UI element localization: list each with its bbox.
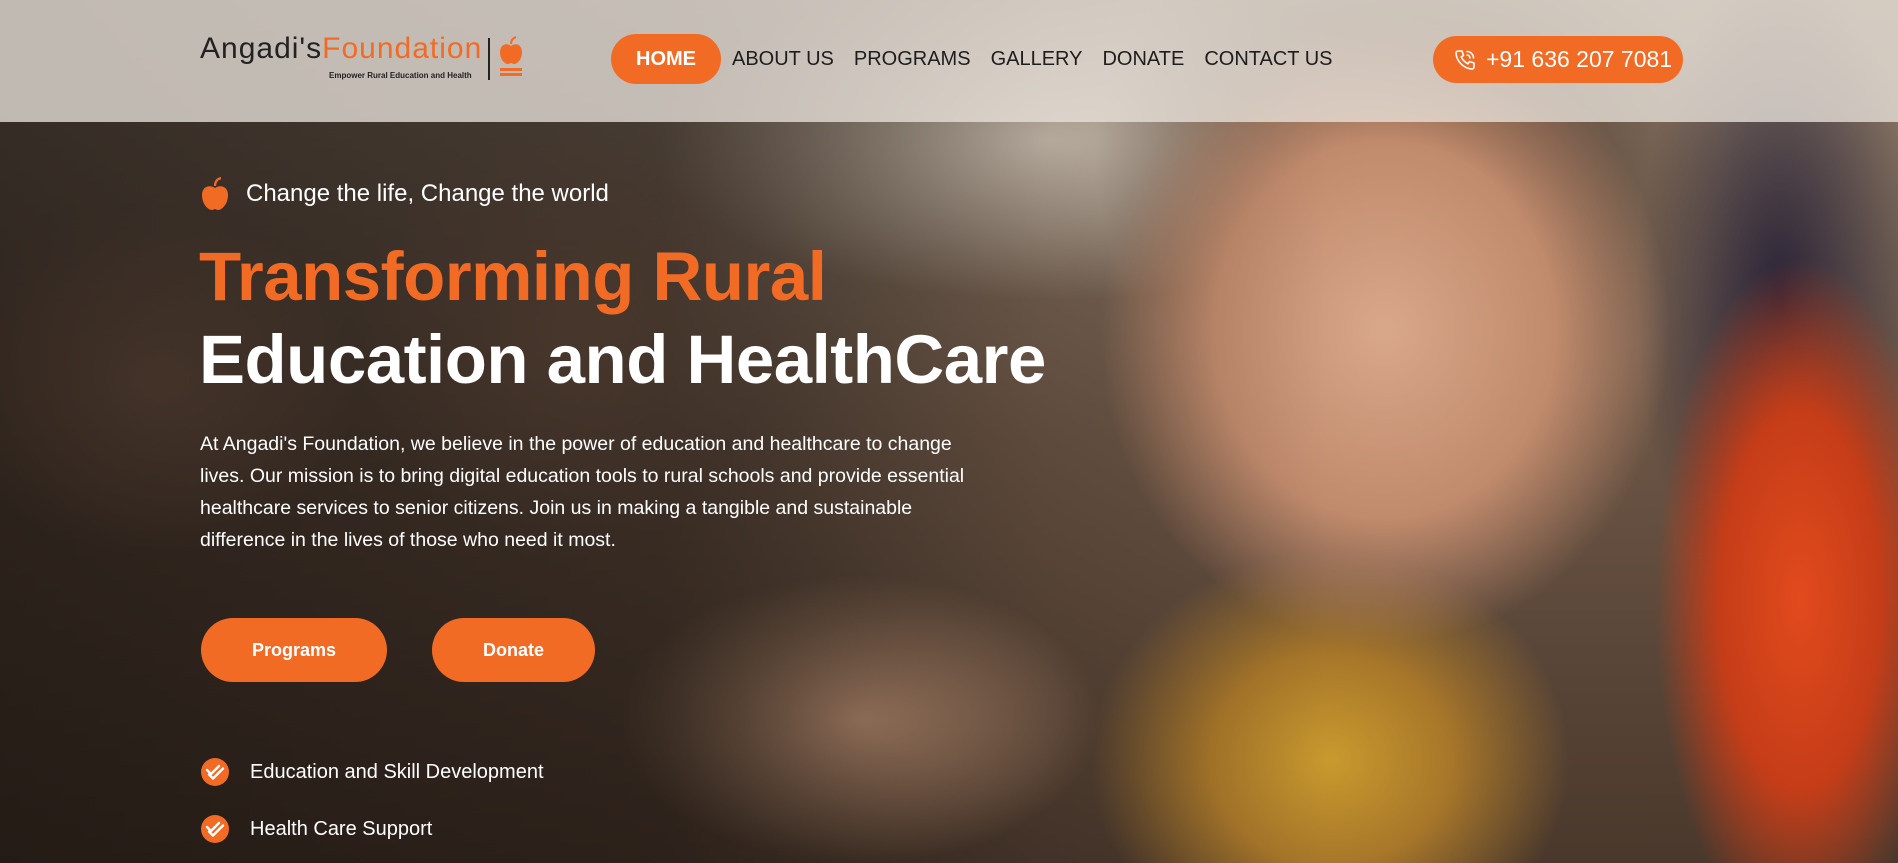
feature-item-health: Health Care Support (200, 813, 432, 845)
check-badge-icon (201, 815, 229, 843)
donate-button[interactable]: Donate (432, 618, 595, 682)
hero-description: At Angadi's Foundation, we believe in th… (200, 433, 965, 551)
feature-label: Health Care Support (250, 817, 433, 840)
check-badge-icon (201, 758, 229, 786)
logo-divider (488, 38, 490, 80)
logo[interactable]: Angadi'sFoundation Empower Rural Educati… (200, 34, 530, 84)
nav-item-programs[interactable]: PROGRAMS (854, 48, 971, 71)
phone-number: +91 636 207 7081 (1486, 46, 1673, 72)
hero-title-line2: Education and HealthCare (199, 321, 1046, 398)
main-nav: HOME ABOUT US PROGRAMS GALLERY DONATE CO… (611, 34, 1352, 84)
site-header: Angadi'sFoundation Empower Rural Educati… (0, 0, 1898, 122)
nav-item-donate[interactable]: DONATE (1102, 48, 1184, 71)
nav-item-gallery[interactable]: GALLERY (991, 48, 1083, 71)
nav-item-about-us[interactable]: ABOUT US (732, 48, 834, 71)
hero-title-line1: Transforming Rural (199, 238, 827, 315)
logo-tagline: Empower Rural Education and Health (329, 71, 472, 80)
programs-button[interactable]: Programs (201, 618, 387, 682)
feature-item-education: Education and Skill Development (200, 756, 544, 788)
phone-button[interactable]: +91 636 207 7081 (1433, 36, 1683, 83)
logo-apple-icon (500, 36, 522, 76)
apple-icon (202, 177, 228, 210)
hero-tagline-text: Change the life, Change the world (246, 180, 609, 207)
hero-tagline: Change the life, Change the world (200, 176, 609, 212)
nav-item-contact-us[interactable]: CONTACT US (1204, 48, 1332, 71)
logo-name-part1: Angadi's (200, 32, 323, 65)
feature-label: Education and Skill Development (250, 760, 544, 783)
logo-name-part2: Foundation (322, 32, 483, 65)
phone-icon (1455, 49, 1475, 70)
logo-wordmark: Angadi'sFoundation (200, 34, 530, 64)
nav-item-home[interactable]: HOME (611, 34, 721, 84)
